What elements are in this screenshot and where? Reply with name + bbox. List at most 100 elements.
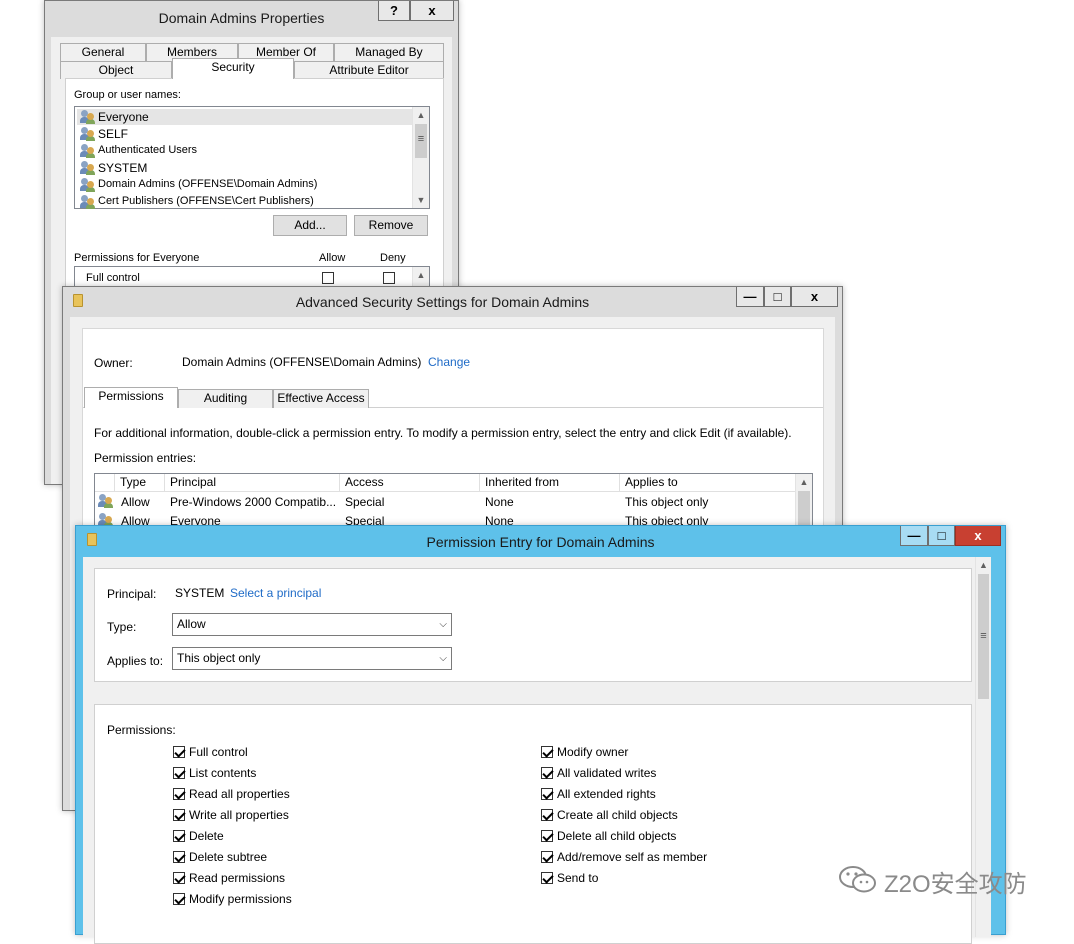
column-header-principal[interactable]: Principal <box>165 474 340 491</box>
permission-checkbox[interactable] <box>541 767 553 779</box>
permission-checkbox[interactable] <box>173 851 185 863</box>
permission-checkbox[interactable] <box>541 809 553 821</box>
applies-to-select-value: This object only <box>177 651 261 665</box>
scroll-down-icon[interactable]: ▼ <box>413 192 429 208</box>
chevron-down-icon: ⌵ <box>439 619 447 630</box>
advanced-titlebar[interactable]: Advanced Security Settings for Domain Ad… <box>63 287 842 315</box>
permission-checkbox[interactable] <box>173 809 185 821</box>
permission-checkbox[interactable] <box>541 746 553 758</box>
users-listbox[interactable]: Everyone SELF Authenticated Users SYSTEM… <box>74 106 430 209</box>
permission-checkbox[interactable] <box>173 893 185 905</box>
scroll-up-icon[interactable]: ▲ <box>413 107 429 123</box>
select-principal-link[interactable]: Select a principal <box>230 586 321 600</box>
permission-entries-grid[interactable]: Type Principal Access Inherited from App… <box>94 473 813 533</box>
permission-label: Delete subtree <box>189 850 268 864</box>
principal-icon <box>98 494 114 508</box>
permission-label: Delete all child objects <box>557 829 677 843</box>
maximize-button[interactable]: □ <box>928 526 955 546</box>
permission-checkbox[interactable] <box>541 851 553 863</box>
wechat-icon <box>838 864 878 896</box>
scroll-thumb[interactable]: ≡ <box>978 574 989 699</box>
chevron-down-icon: ⌵ <box>439 653 447 664</box>
scroll-up-icon[interactable]: ▲ <box>413 267 429 283</box>
permissions-label: Permissions: <box>107 723 176 737</box>
permission-checkbox[interactable] <box>173 830 185 842</box>
tab-general[interactable]: General <box>60 43 146 61</box>
add-button[interactable]: Add... <box>273 215 347 236</box>
applies-to-label: Applies to: <box>107 654 164 668</box>
advanced-close-button[interactable]: x <box>791 287 838 307</box>
tab-effective-access[interactable]: Effective Access <box>273 389 369 408</box>
type-select[interactable]: Allow ⌵ <box>172 613 452 636</box>
list-item[interactable]: Domain Admins (OFFENSE\Domain Admins) <box>98 178 317 190</box>
scroll-thumb[interactable]: ≡ <box>415 124 427 158</box>
entry-title: Permission Entry for Domain Admins <box>426 534 655 550</box>
group-icon <box>80 110 96 124</box>
allow-header: Allow <box>319 252 346 264</box>
minimize-button[interactable]: — <box>736 287 764 307</box>
column-header-access[interactable]: Access <box>340 474 480 491</box>
list-item[interactable]: Everyone <box>98 110 149 124</box>
info-text: For additional information, double-click… <box>94 426 792 440</box>
list-item[interactable]: Authenticated Users <box>98 144 197 156</box>
maximize-button[interactable]: □ <box>764 287 791 307</box>
properties-close-button[interactable]: x <box>410 1 454 21</box>
permission-label: All validated writes <box>557 766 657 780</box>
tab-permissions[interactable]: Permissions <box>84 387 178 408</box>
principal-value: SYSTEM <box>175 586 225 600</box>
tab-security[interactable]: Security <box>172 58 294 79</box>
row-inherited: None <box>485 495 514 509</box>
minimize-button[interactable]: — <box>900 526 928 546</box>
scroll-up-icon[interactable]: ▲ <box>976 557 991 573</box>
entries-scrollbar[interactable]: ▲ <box>795 474 812 532</box>
list-item[interactable]: Cert Publishers (OFFENSE\Cert Publishers… <box>98 195 314 207</box>
users-scrollbar[interactable]: ▲ ≡ ▼ <box>412 107 429 208</box>
permission-label: Modify owner <box>557 745 629 759</box>
scroll-up-icon[interactable]: ▲ <box>796 474 812 490</box>
advanced-title: Advanced Security Settings for Domain Ad… <box>295 294 590 310</box>
owner-value: Domain Admins (OFFENSE\Domain Admins) <box>182 355 422 369</box>
column-header-applies[interactable]: Applies to <box>620 474 795 491</box>
entry-titlebar[interactable]: Permission Entry for Domain Admins — □ x <box>76 526 1005 554</box>
remove-button[interactable]: Remove <box>354 215 428 236</box>
permission-label: Read all properties <box>189 787 290 801</box>
allow-full-control-checkbox[interactable] <box>322 272 334 284</box>
perm-row-label: Full control <box>86 272 140 284</box>
group-icon <box>80 144 96 158</box>
tab-managed-by[interactable]: Managed By <box>334 43 444 61</box>
permission-checkbox[interactable] <box>173 767 185 779</box>
permission-checkbox[interactable] <box>541 788 553 800</box>
permission-checkbox[interactable] <box>173 788 185 800</box>
entry-close-button[interactable]: x <box>955 526 1001 546</box>
column-header-inherited[interactable]: Inherited from <box>480 474 620 491</box>
list-item[interactable]: SYSTEM <box>98 161 147 175</box>
tab-auditing[interactable]: Auditing <box>178 389 273 408</box>
tab-object[interactable]: Object <box>60 61 172 79</box>
change-owner-link[interactable]: Change <box>428 355 470 369</box>
permission-label: Send to <box>557 871 599 885</box>
list-item[interactable]: SELF <box>98 127 128 141</box>
permission-entries-label: Permission entries: <box>94 451 197 465</box>
permission-checkbox[interactable] <box>173 746 185 758</box>
owner-label: Owner: <box>94 356 133 370</box>
group-icon <box>80 161 96 175</box>
permission-label: List contents <box>189 766 257 780</box>
table-row[interactable]: Allow Pre-Windows 2000 Compatib... Speci… <box>95 492 795 511</box>
column-header[interactable] <box>95 474 115 491</box>
permission-label: Modify permissions <box>189 892 292 906</box>
help-button[interactable]: ? <box>378 1 410 21</box>
properties-titlebar[interactable]: Domain Admins Properties ? x <box>45 1 458 29</box>
applies-to-select[interactable]: This object only ⌵ <box>172 647 452 670</box>
deny-full-control-checkbox[interactable] <box>383 272 395 284</box>
column-header-type[interactable]: Type <box>115 474 165 491</box>
principal-group: Principal: SYSTEM Select a principal Typ… <box>94 568 972 682</box>
permission-checkbox[interactable] <box>541 872 553 884</box>
grid-header: Type Principal Access Inherited from App… <box>95 474 795 492</box>
tab-attribute-editor[interactable]: Attribute Editor <box>294 61 444 79</box>
permissions-for-label: Permissions for Everyone <box>74 252 200 264</box>
permission-label: Read permissions <box>189 871 286 885</box>
permission-checkbox[interactable] <box>173 872 185 884</box>
group-users-label: Group or user names: <box>74 89 181 101</box>
group-icon <box>80 178 96 192</box>
permission-checkbox[interactable] <box>541 830 553 842</box>
